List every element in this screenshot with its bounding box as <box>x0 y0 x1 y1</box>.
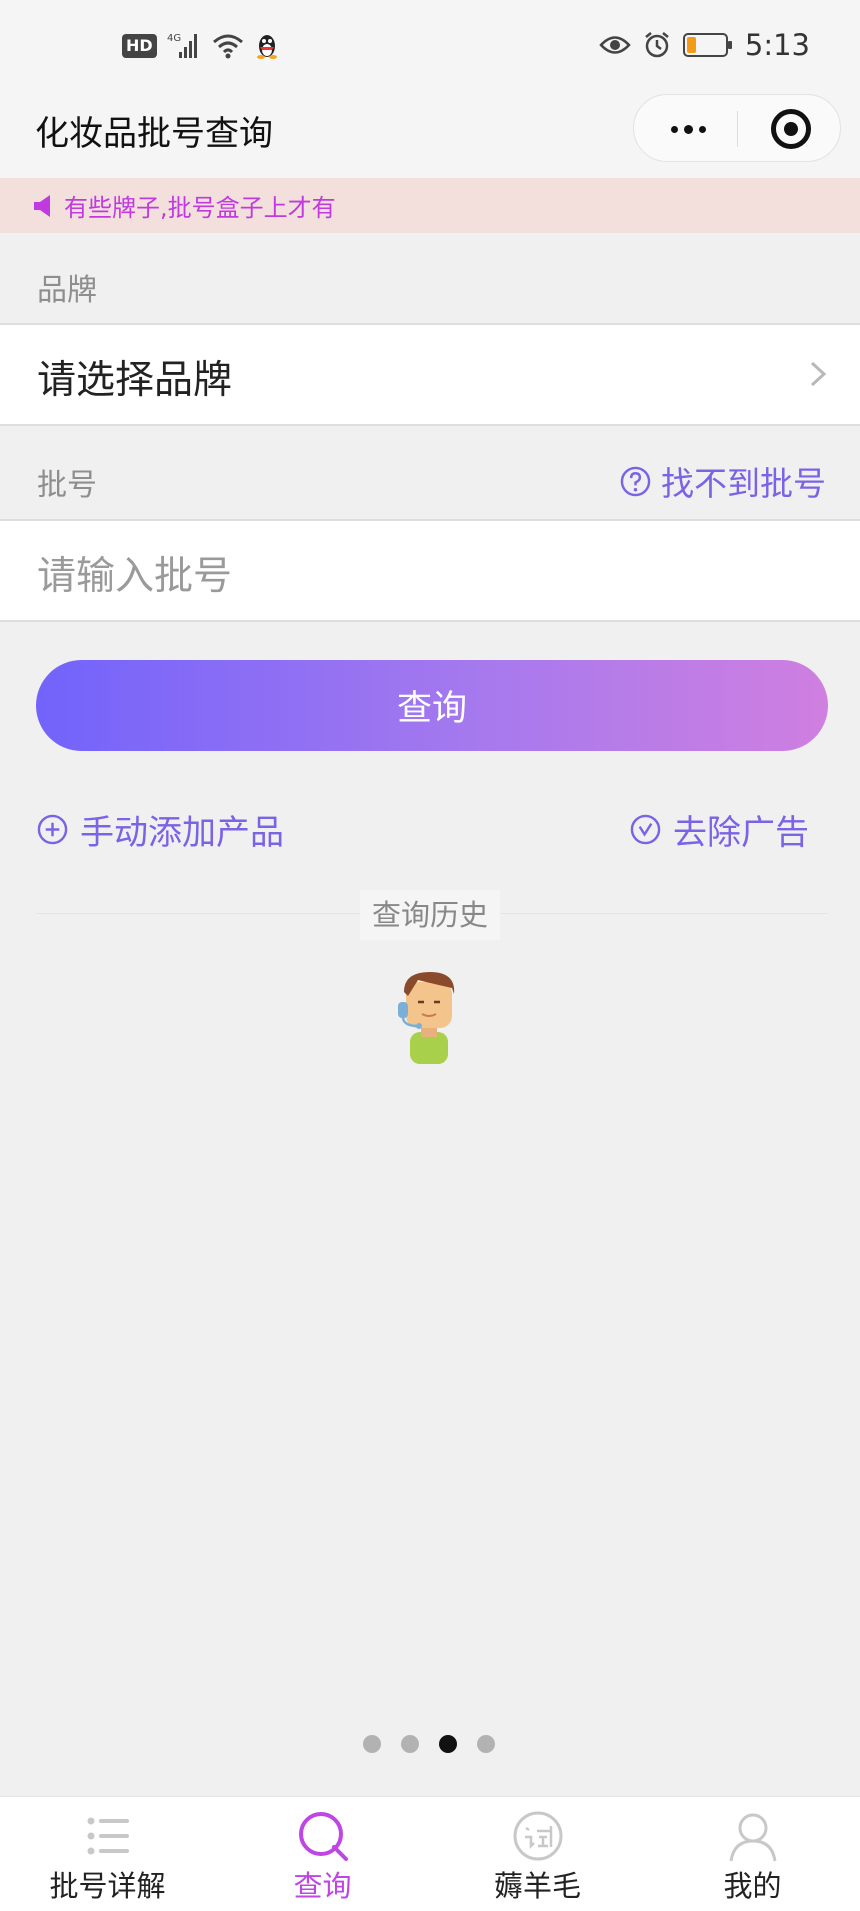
trial-icon <box>513 1811 562 1861</box>
network-type: 4G <box>167 33 181 44</box>
customer-service-avatar <box>398 972 455 1064</box>
clock: 5:13 <box>744 28 810 62</box>
speaker-icon <box>34 194 50 217</box>
brand-selector[interactable]: 请选择品牌 <box>0 323 860 426</box>
mini-program-capsule <box>633 94 841 162</box>
tab-label: 薅羊毛 <box>493 1869 581 1903</box>
remove-ads-label: 去除广告 <box>673 813 809 853</box>
status-right: 5:13 <box>599 28 810 62</box>
search-icon <box>298 1812 348 1861</box>
notice-text: 有些牌子,批号盒子上才有 <box>64 194 336 222</box>
pager-dots <box>363 1735 495 1753</box>
tab-batch-details[interactable]: 批号详解 <box>0 1797 215 1911</box>
add-product-label: 手动添加产品 <box>80 813 284 853</box>
brand-value: 请选择品牌 <box>37 358 233 403</box>
list-icon <box>87 1817 129 1855</box>
pager-dot-3-active[interactable] <box>439 1735 457 1753</box>
user-icon <box>729 1813 776 1862</box>
signal-icon: 4G <box>167 33 197 58</box>
batch-label: 批号 <box>37 468 97 503</box>
qq-icon <box>256 35 277 59</box>
tab-query[interactable]: 查询 <box>215 1797 430 1911</box>
cannot-find-batch-link[interactable]: 找不到批号 <box>620 457 826 505</box>
pager-dot-1[interactable] <box>363 1735 381 1753</box>
plus-circle-icon <box>37 814 68 845</box>
tab-label: 批号详解 <box>49 1869 166 1903</box>
add-product-button[interactable]: 手动添加产品 <box>37 805 284 854</box>
pager-dot-4[interactable] <box>477 1735 495 1753</box>
check-circle-icon <box>630 814 661 845</box>
status-left: HD 4G <box>122 32 279 60</box>
alarm-icon <box>645 32 669 58</box>
batch-input[interactable]: 请输入批号 <box>0 519 860 622</box>
tab-label: 我的 <box>723 1869 782 1903</box>
help-link-label: 找不到批号 <box>661 464 826 503</box>
history-title: 查询历史 <box>360 890 500 940</box>
notice-bar: 有些牌子,批号盒子上才有 <box>0 178 860 233</box>
target-icon[interactable] <box>771 109 811 149</box>
hd-icon: HD <box>122 34 157 58</box>
tab-bar: 批号详解 查询 薅羊毛 我的 <box>0 1796 860 1911</box>
question-circle-icon <box>620 466 651 496</box>
batch-placeholder: 请输入批号 <box>37 554 233 599</box>
query-button[interactable]: 查询 <box>36 660 828 751</box>
eye-icon <box>599 36 631 54</box>
capsule-divider <box>737 111 738 147</box>
battery-icon <box>682 33 732 57</box>
wifi-icon <box>212 34 243 59</box>
status-bar: HD 4G 5:13 <box>0 0 860 92</box>
tab-label: 查询 <box>293 1869 352 1903</box>
pager-dot-2[interactable] <box>401 1735 419 1753</box>
remove-ads-button[interactable]: 去除广告 <box>630 805 809 854</box>
brand-label: 品牌 <box>37 273 97 308</box>
nav-bar: 化妆品批号查询 <box>0 92 860 178</box>
chevron-right-icon <box>810 361 827 387</box>
more-dots-icon[interactable] <box>664 107 712 151</box>
tab-freebies[interactable]: 薅羊毛 <box>430 1797 645 1911</box>
page-title: 化妆品批号查询 <box>35 114 273 154</box>
tab-mine[interactable]: 我的 <box>645 1797 860 1911</box>
